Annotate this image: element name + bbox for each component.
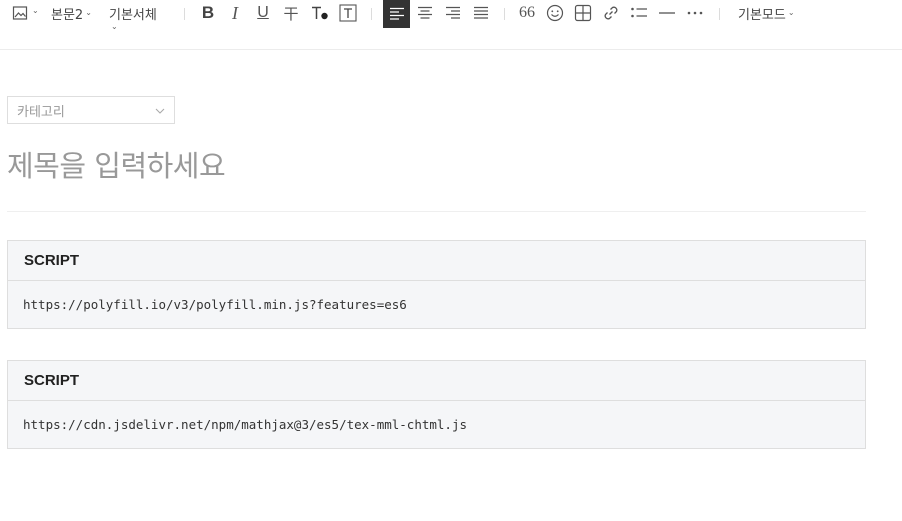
chevron-down-icon [155,103,165,118]
quote-icon[interactable]: 66 [516,1,538,25]
quote-glyph: 66 [519,4,535,21]
underline-glyph: U [257,4,269,21]
text-color-icon[interactable] [309,1,331,25]
chevron-down-icon[interactable]: ⌄ [32,6,39,15]
align-right-icon[interactable] [442,1,464,25]
toolbar-divider [371,8,372,20]
editor-mode-label: 기본모드 [738,7,786,23]
strike-glyph: 干 [283,4,299,23]
bold-icon[interactable]: B [197,1,219,25]
toolbar-divider [184,8,185,20]
table-icon[interactable] [572,1,594,25]
paragraph-style-dropdown[interactable]: 본문2 ⌄ [51,3,92,23]
script-block-src: https://polyfill.io/v3/polyfill.min.js?f… [23,297,407,312]
toolbar-divider [504,8,505,20]
toolbar-divider [719,8,720,20]
italic-glyph: I [232,2,238,23]
link-icon[interactable] [600,1,622,25]
chevron-down-icon: ⌄ [787,7,795,17]
editor-toolbar: ⌄ 본문2 ⌄ 기본서체 ⌄ B I U 干 66 기본모드 ⌄ [0,0,902,50]
emoticon-icon[interactable] [544,1,566,25]
category-placeholder: 카테고리 [17,104,65,120]
more-options-icon[interactable] [684,1,706,25]
font-family-label: 기본서체 [109,7,157,23]
align-justify-icon[interactable] [470,1,492,25]
font-family-dropdown[interactable]: 기본서체 [109,3,157,23]
script-block[interactable]: SCRIPT https://cdn.jsdelivr.net/npm/math… [7,360,866,449]
post-title-input[interactable]: 제목을 입력하세요 [7,143,226,185]
bold-glyph: B [201,3,215,22]
chevron-down-icon[interactable]: ⌄ [111,22,118,31]
bullet-list-icon[interactable] [628,1,650,25]
script-block-src: https://cdn.jsdelivr.net/npm/mathjax@3/e… [23,417,468,432]
text-background-icon[interactable] [337,1,359,25]
script-block-header: SCRIPT [8,361,865,401]
italic-icon[interactable]: I [224,1,246,25]
image-icon[interactable] [9,1,31,25]
underline-icon[interactable]: U [252,1,274,25]
editor-mode-dropdown[interactable]: 기본모드 ⌄ [738,3,795,23]
align-left-icon[interactable] [383,0,410,28]
align-center-icon[interactable] [414,1,436,25]
strikethrough-icon[interactable]: 干 [280,1,302,25]
script-block-header: SCRIPT [8,241,865,281]
category-select[interactable]: 카테고리 [7,96,175,124]
paragraph-style-label: 본문2 [51,7,84,23]
horizontal-rule-icon[interactable] [656,1,678,25]
script-block[interactable]: SCRIPT https://polyfill.io/v3/polyfill.m… [7,240,866,329]
title-divider [7,211,866,212]
chevron-down-icon: ⌄ [85,7,92,17]
